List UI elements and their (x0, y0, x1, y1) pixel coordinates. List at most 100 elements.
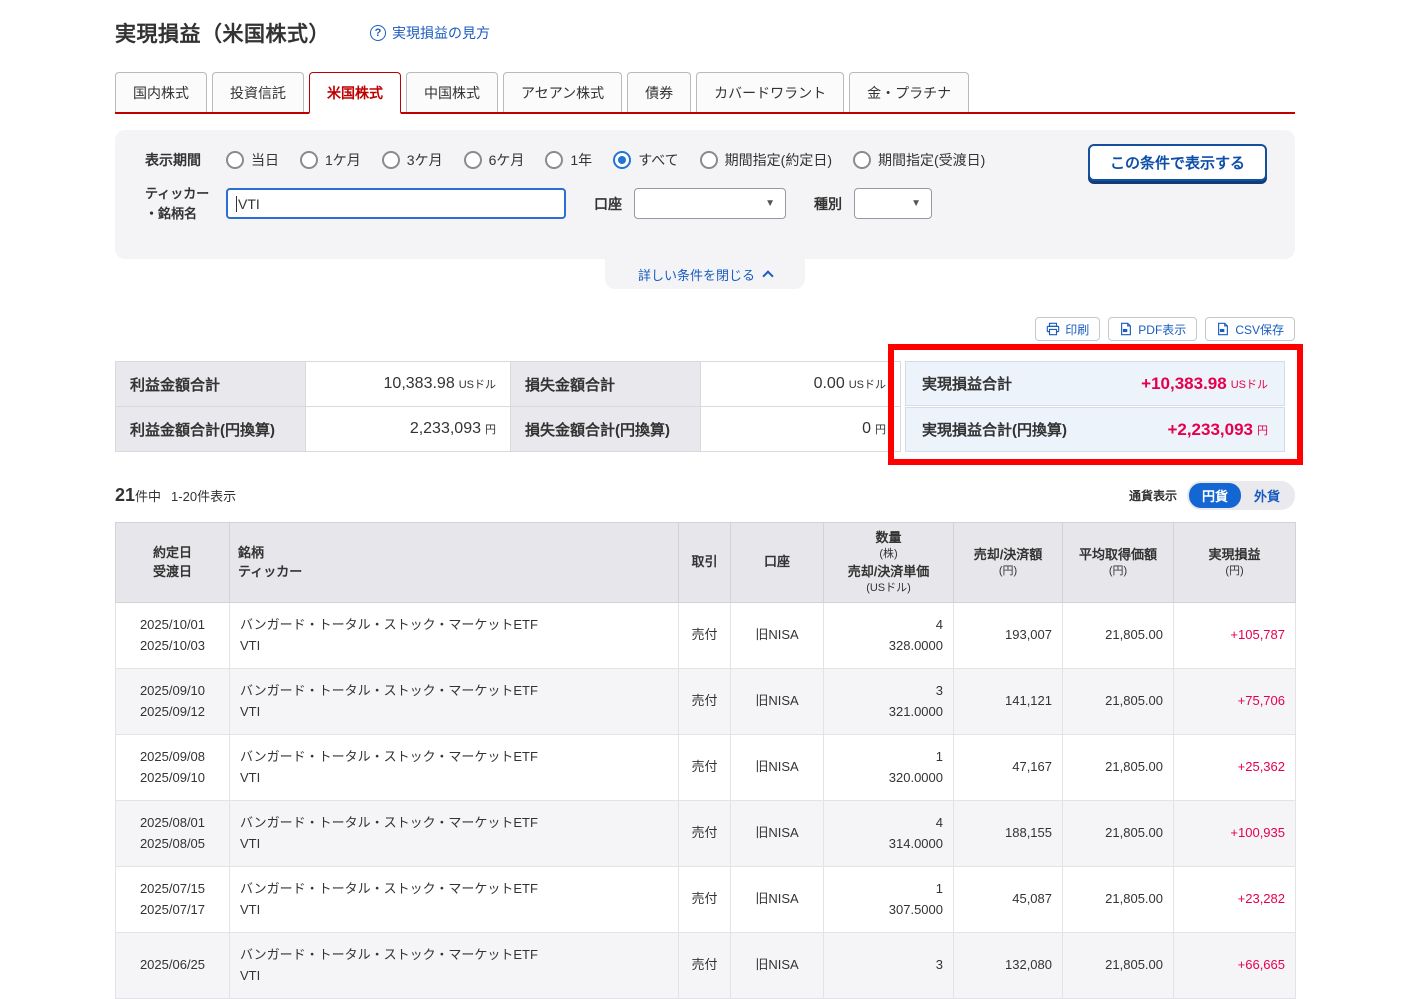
trade-dates-cell: 2025/07/152025/07/17 (116, 867, 230, 933)
period-radio-label: 期間指定(受渡日) (878, 150, 985, 170)
header-trade-type: 取引 (679, 523, 731, 603)
account-select[interactable]: ▼ (634, 188, 786, 219)
table-row: 2025/09/082025/09/10 バンガード・トータル・ストック・マーケ… (116, 735, 1296, 801)
period-radio[interactable]: 期間指定(約定日) (700, 150, 832, 170)
period-radio-label: すべて (638, 150, 678, 170)
currency-option[interactable]: 円貨 (1189, 483, 1241, 508)
avg-cost-cell: 21,805.00 (1063, 669, 1174, 735)
header-trade-date: 約定日受渡日 (116, 523, 230, 603)
period-radio[interactable]: すべて (613, 150, 678, 170)
table-row: 2025/08/012025/08/05 バンガード・トータル・ストック・マーケ… (116, 801, 1296, 867)
help-link[interactable]: ? 実現損益の見方 (370, 23, 490, 43)
realized-total-table: 実現損益合計 +10,383.98 USドル 実現損益合計(円換算) +2,23… (905, 361, 1285, 452)
header-account: 口座 (731, 523, 824, 603)
print-button[interactable]: 印刷 (1035, 317, 1100, 341)
category-tab[interactable]: 米国株式 (309, 72, 401, 114)
currency-display-label: 通貨表示 (1129, 487, 1177, 504)
category-tabs: 国内株式投資信託米国株式中国株式アセアン株式債券カバードワラント金・プラチナ (115, 72, 1295, 114)
quantity-cell: 1307.5000 (824, 867, 954, 933)
period-radio[interactable]: 1年 (545, 150, 592, 170)
trade-type-cell: 売付 (679, 603, 731, 669)
category-tab[interactable]: 金・プラチナ (849, 72, 969, 112)
period-radio[interactable]: 1ケ月 (300, 150, 361, 170)
ticker-symbol: VTI (240, 834, 668, 855)
settlement-amount-cell: 47,167 (954, 735, 1063, 801)
results-bar: 21 件中 1-20件表示 通貨表示 円貨外貨 (115, 482, 1295, 508)
security-name: バンガード・トータル・ストック・マーケットETF (240, 813, 668, 834)
avg-cost-cell: 21,805.00 (1063, 603, 1174, 669)
realized-total-label: 実現損益合計 (922, 373, 1012, 394)
period-radio-label: 期間指定(約定日) (725, 150, 832, 170)
radio-icon (382, 151, 400, 169)
apply-filter-button[interactable]: この条件で表示する (1088, 144, 1267, 181)
trade-type-cell: 売付 (679, 867, 731, 933)
quantity-cell: 3 (824, 933, 954, 999)
security-cell: バンガード・トータル・ストック・マーケットETF VTI (230, 867, 679, 933)
settlement-amount-cell: 193,007 (954, 603, 1063, 669)
table-row: 2025/09/102025/09/12 バンガード・トータル・ストック・マーケ… (116, 669, 1296, 735)
type-select-label: 種別 (814, 194, 842, 214)
pdf-button[interactable]: PDF表示 (1108, 317, 1197, 341)
period-radio[interactable]: 期間指定(受渡日) (853, 150, 985, 170)
security-cell: バンガード・トータル・ストック・マーケットETF VTI (230, 735, 679, 801)
period-radio[interactable]: 6ケ月 (464, 150, 525, 170)
ticker-symbol: VTI (240, 702, 668, 723)
category-tab[interactable]: カバードワラント (696, 72, 844, 112)
account-cell: 旧NISA (731, 669, 824, 735)
trade-type-cell: 売付 (679, 933, 731, 999)
category-tab[interactable]: 国内株式 (115, 72, 207, 112)
security-name: バンガード・トータル・ストック・マーケットETF (240, 681, 668, 702)
category-tab[interactable]: 中国株式 (406, 72, 498, 112)
account-cell: 旧NISA (731, 603, 824, 669)
category-tab[interactable]: 投資信託 (212, 72, 304, 112)
category-tab[interactable]: 債券 (627, 72, 691, 112)
pdf-file-icon (1119, 322, 1133, 336)
help-icon: ? (370, 25, 386, 41)
radio-icon (464, 151, 482, 169)
csv-button-label: CSV保存 (1235, 321, 1284, 338)
period-label: 表示期間 (145, 150, 226, 170)
csv-button[interactable]: CSV保存 (1205, 317, 1295, 341)
account-cell: 旧NISA (731, 933, 824, 999)
realized-pl-cell: +100,935 (1174, 801, 1296, 867)
settlement-amount-cell: 141,121 (954, 669, 1063, 735)
collapse-conditions-label: 詳しい条件を閉じる (638, 265, 755, 284)
page-title: 実現損益（米国株式） (115, 18, 330, 48)
realized-total-jpy-label: 実現損益合計(円換算) (922, 419, 1067, 440)
period-radio[interactable]: 当日 (226, 150, 279, 170)
settlement-amount-cell: 45,087 (954, 867, 1063, 933)
profit-total-value: 10,383.98USドル (306, 362, 511, 407)
radio-icon (300, 151, 318, 169)
collapse-conditions-link[interactable]: 詳しい条件を閉じる (605, 259, 805, 289)
category-tab[interactable]: アセアン株式 (503, 72, 622, 112)
security-name: バンガード・トータル・ストック・マーケットETF (240, 615, 668, 636)
quantity-cell: 4328.0000 (824, 603, 954, 669)
security-cell: バンガード・トータル・ストック・マーケットETF VTI (230, 669, 679, 735)
ticker-input[interactable]: VTI (226, 188, 566, 219)
quantity-cell: 4314.0000 (824, 801, 954, 867)
settlement-amount-cell: 132,080 (954, 933, 1063, 999)
loss-total-jpy-label: 損失金額合計(円換算) (511, 407, 701, 452)
header-avg-cost: 平均取得価額(円) (1063, 523, 1174, 603)
trade-dates-cell: 2025/09/082025/09/10 (116, 735, 230, 801)
period-radio-label: 1ケ月 (325, 150, 361, 170)
type-select[interactable]: ▼ (854, 188, 932, 219)
account-cell: 旧NISA (731, 801, 824, 867)
currency-option[interactable]: 外貨 (1241, 483, 1293, 508)
currency-toggle: 円貨外貨 (1187, 481, 1295, 510)
trade-dates-cell: 2025/10/012025/10/03 (116, 603, 230, 669)
table-row: 2025/06/25 バンガード・トータル・ストック・マーケットETF VTI … (116, 933, 1296, 999)
period-radio-label: 当日 (251, 150, 279, 170)
ticker-field-label: ティッカー ・銘柄名 (145, 184, 226, 223)
period-radio-label: 3ケ月 (407, 150, 443, 170)
security-name: バンガード・トータル・ストック・マーケットETF (240, 879, 668, 900)
radio-icon (853, 151, 871, 169)
avg-cost-cell: 21,805.00 (1063, 801, 1174, 867)
trade-type-cell: 売付 (679, 669, 731, 735)
results-count: 21 件中 1-20件表示 (115, 485, 236, 506)
period-radio[interactable]: 3ケ月 (382, 150, 443, 170)
avg-cost-cell: 21,805.00 (1063, 933, 1174, 999)
realized-pl-cell: +23,282 (1174, 867, 1296, 933)
printer-icon (1046, 322, 1060, 336)
quantity-cell: 1320.0000 (824, 735, 954, 801)
